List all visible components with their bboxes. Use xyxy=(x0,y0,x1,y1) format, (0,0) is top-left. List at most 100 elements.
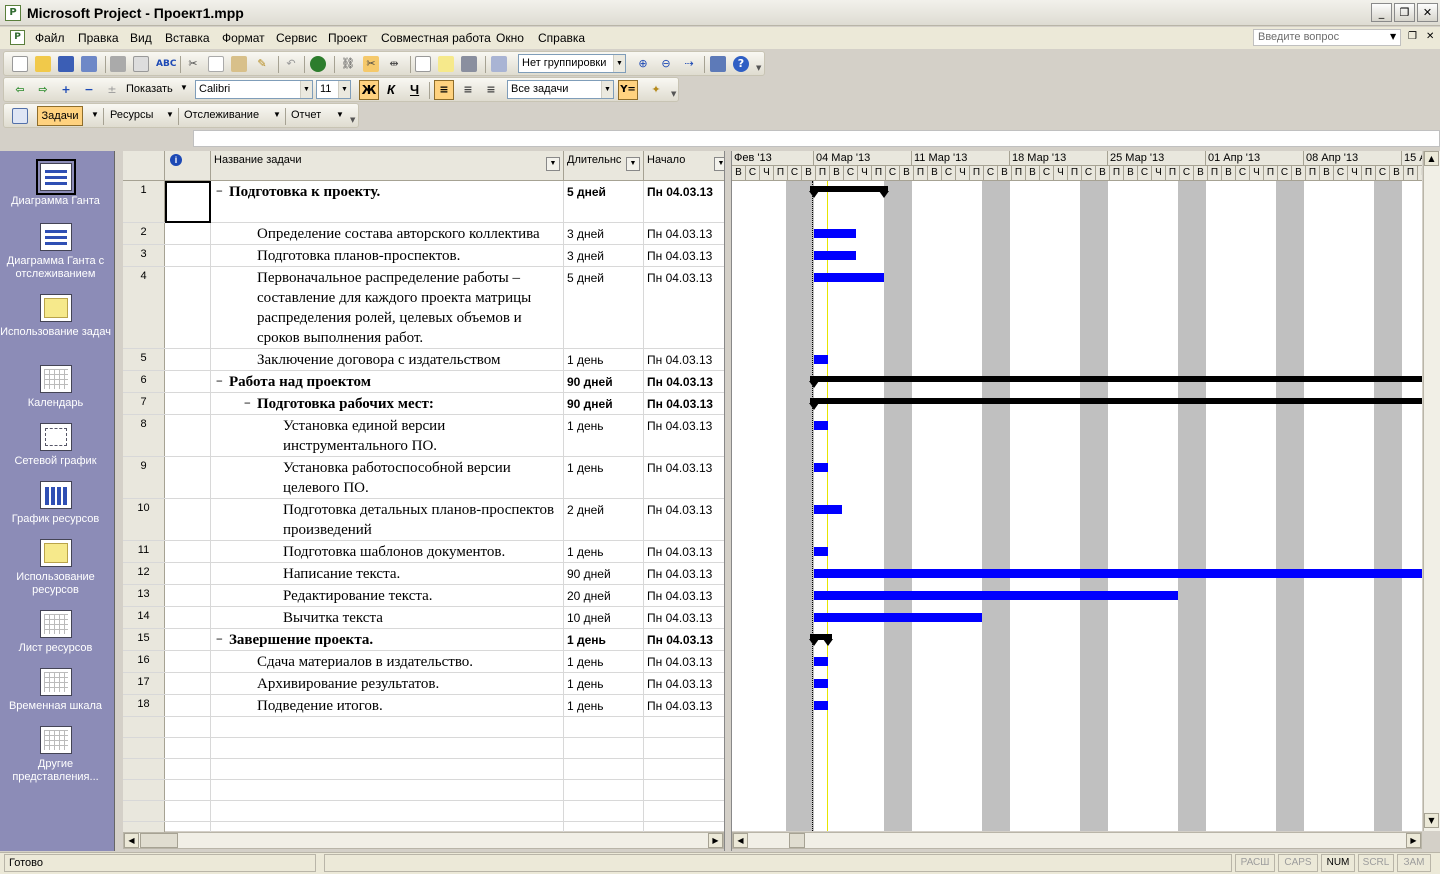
scroll-left-icon[interactable]: ◀ xyxy=(733,833,748,848)
duration-cell[interactable]: 1 день xyxy=(564,695,644,716)
table-row[interactable]: 14 Вычитка текста 10 дней Пн 04.03.13 xyxy=(123,607,724,629)
indicator-cell[interactable] xyxy=(165,607,211,628)
task-bar[interactable] xyxy=(814,355,828,364)
row-id[interactable]: 3 xyxy=(123,245,165,266)
filter-dropdown-icon[interactable]: ▼ xyxy=(714,157,724,171)
table-row[interactable]: 3 Подготовка планов-проспектов. 3 дней Пн 0… xyxy=(123,245,724,267)
font-select[interactable]: Calibri ▼ xyxy=(195,80,313,99)
summary-bar[interactable] xyxy=(810,186,888,192)
row-id[interactable]: 7 xyxy=(123,393,165,414)
indicator-cell[interactable] xyxy=(165,245,211,266)
zoom-out-icon[interactable]: ⊖ xyxy=(658,56,674,72)
assign-resources-icon[interactable] xyxy=(461,56,477,72)
row-id[interactable]: 15 xyxy=(123,629,165,650)
gantt-horizontal-scrollbar[interactable]: ◀ ▶ xyxy=(732,832,1422,849)
row-id[interactable]: 11 xyxy=(123,541,165,562)
minimize-button[interactable]: _ xyxy=(1371,3,1392,22)
toolbar-options-icon[interactable]: ▼ xyxy=(756,64,761,72)
new-icon[interactable] xyxy=(12,56,28,72)
duration-cell[interactable]: 1 день xyxy=(564,673,644,694)
table-row[interactable]: 13 Редактирование текста. 20 дней Пн 04.03.… xyxy=(123,585,724,607)
start-cell[interactable]: Пн 04.03.13 xyxy=(644,457,724,498)
start-cell[interactable]: Пн 04.03.13 xyxy=(644,181,724,222)
table-row[interactable]: 17 Архивирование результатов. 1 день Пн 04.… xyxy=(123,673,724,695)
summary-bar[interactable] xyxy=(810,398,1422,404)
zoom-in-icon[interactable]: ⊕ xyxy=(635,56,651,72)
scroll-right-icon[interactable]: ▶ xyxy=(708,833,723,848)
table-row[interactable]: 7 − Подготовка рабочих мест: 90 дней Пн 04.0… xyxy=(123,393,724,415)
show-menu[interactable]: Показать xyxy=(126,83,173,95)
guide-tracking-button[interactable]: Отслеживание xyxy=(184,109,259,121)
row-id[interactable]: 17 xyxy=(123,673,165,694)
group-by-select[interactable]: Нет группировки ▼ xyxy=(518,54,626,73)
start-cell[interactable]: Пн 04.03.13 xyxy=(644,673,724,694)
indicator-cell[interactable] xyxy=(165,349,211,370)
table-horizontal-scrollbar[interactable]: ◀ ▶ xyxy=(123,832,724,849)
start-cell[interactable]: Пн 04.03.13 xyxy=(644,267,724,348)
chevron-down-icon[interactable]: ▼ xyxy=(91,110,99,119)
row-id[interactable]: 18 xyxy=(123,695,165,716)
task-bar[interactable] xyxy=(814,547,828,556)
indicator-cell[interactable] xyxy=(165,651,211,672)
guide-tasks-button[interactable]: Задачи xyxy=(37,106,83,126)
view-tracking-gantt[interactable]: Диаграмма Ганта с отслеживанием xyxy=(0,223,111,281)
copy-icon[interactable] xyxy=(208,56,224,72)
duration-cell[interactable]: 1 день xyxy=(564,415,644,456)
indicators-column-header[interactable]: i xyxy=(165,151,211,181)
duration-cell[interactable]: 2 дней xyxy=(564,499,644,540)
indent-icon[interactable]: ⇨ xyxy=(35,82,51,98)
table-row[interactable]: 15 − Завершение проекта. 1 день Пн 04.03.13 xyxy=(123,629,724,651)
help-icon[interactable]: ? xyxy=(733,56,749,72)
toolbar-options-icon[interactable]: ▼ xyxy=(350,116,355,124)
row-id[interactable]: 2 xyxy=(123,223,165,244)
document-close-icon[interactable]: ✕ xyxy=(1426,31,1434,42)
start-cell[interactable]: Пн 04.03.13 xyxy=(644,245,724,266)
duration-cell[interactable]: 10 дней xyxy=(564,607,644,628)
task-name-cell[interactable]: Подготовка шаблонов документов. xyxy=(211,541,564,562)
task-bar[interactable] xyxy=(814,273,884,282)
show-dropdown-icon[interactable]: ▼ xyxy=(180,83,188,92)
empty-row[interactable] xyxy=(123,780,724,801)
row-id[interactable]: 4 xyxy=(123,267,165,348)
table-row[interactable]: 1 − Подготовка к проекту. 5 дней Пн 04.03.13 xyxy=(123,181,724,223)
duration-cell[interactable]: 1 день xyxy=(564,349,644,370)
row-id[interactable]: 10 xyxy=(123,499,165,540)
task-name-cell[interactable]: Сдача материалов в издательство. xyxy=(211,651,564,672)
duration-cell[interactable]: 1 день xyxy=(564,541,644,562)
collapse-toggle-icon[interactable]: − xyxy=(216,629,223,649)
bold-button[interactable]: Ж xyxy=(359,80,379,100)
indicator-cell[interactable] xyxy=(165,541,211,562)
view-resource-usage[interactable]: Использование ресурсов xyxy=(0,539,111,597)
guide-pane-icon[interactable] xyxy=(12,108,28,124)
task-bar[interactable] xyxy=(814,657,828,666)
task-bar[interactable] xyxy=(814,591,1178,600)
table-row[interactable]: 10 Подготовка детальных планов-проспектов… xyxy=(123,499,724,541)
row-id[interactable]: 8 xyxy=(123,415,165,456)
indicator-cell[interactable] xyxy=(165,371,211,392)
task-bar[interactable] xyxy=(814,251,856,260)
start-cell[interactable]: Пн 04.03.13 xyxy=(644,651,724,672)
scroll-down-icon[interactable]: ▼ xyxy=(1424,813,1439,828)
scroll-right-icon[interactable]: ▶ xyxy=(1406,833,1421,848)
guide-resources-button[interactable]: Ресурсы xyxy=(110,109,153,121)
split-task-icon[interactable]: ⇹ xyxy=(386,56,402,72)
collapse-toggle-icon[interactable]: − xyxy=(244,393,251,413)
duration-cell[interactable]: 1 день xyxy=(564,651,644,672)
duration-cell[interactable]: 1 день xyxy=(564,457,644,498)
row-id[interactable]: 9 xyxy=(123,457,165,498)
underline-button[interactable]: Ч xyxy=(410,82,419,97)
print-preview-icon[interactable] xyxy=(133,56,149,72)
scroll-thumb[interactable] xyxy=(140,833,178,848)
menu-tools[interactable]: Сервис xyxy=(276,31,317,45)
chevron-down-icon[interactable]: ▼ xyxy=(166,110,174,119)
start-cell[interactable]: Пн 04.03.13 xyxy=(644,371,724,392)
show-subtasks-icon[interactable]: + xyxy=(58,82,74,98)
format-painter-icon[interactable]: ✎ xyxy=(254,56,270,72)
empty-row[interactable] xyxy=(123,759,724,780)
task-name-cell[interactable]: Первоначальное распределение работы – со… xyxy=(211,267,564,348)
save-icon[interactable] xyxy=(58,56,74,72)
duration-cell[interactable]: 5 дней xyxy=(564,267,644,348)
view-splitter[interactable] xyxy=(724,151,732,851)
italic-button[interactable]: К xyxy=(387,82,395,97)
view-resource-graph[interactable]: График ресурсов xyxy=(0,481,111,526)
